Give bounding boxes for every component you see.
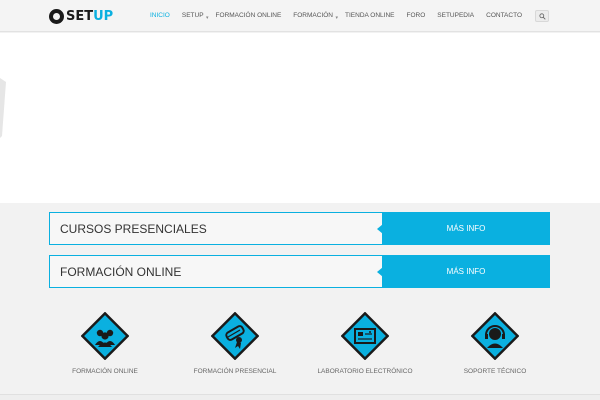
main-nav: INICIO SETUP ▾ FORMACIÓN ONLINE FORMACIÓN… [150, 12, 534, 21]
slider-edge-shape [0, 78, 6, 138]
diploma-icon [211, 312, 259, 360]
chevron-down-icon: ▾ [335, 15, 339, 21]
chevron-down-icon: ▾ [206, 15, 209, 21]
nav-item-setupedia[interactable]: SETUPEDIA [437, 12, 474, 19]
logo-text: SETUP [66, 8, 114, 24]
search-button[interactable] [535, 10, 549, 22]
site-header: SETUP INICIO SETUP ▾ FORMACIÓN ONLINE FOR… [0, 0, 600, 32]
feature-laboratorio-electronico[interactable]: LABORATORIO ELECTRÓNICO [300, 312, 430, 375]
nav-item-tienda-online[interactable]: TIENDA ONLINE [345, 12, 394, 19]
circuit-board-icon [341, 312, 389, 360]
band-formacion-online: FORMACIÓN ONLINE MÁS INFO [49, 255, 550, 288]
nav-item-contacto[interactable]: CONTACTO [486, 12, 522, 19]
band-title: FORMACIÓN ONLINE [49, 255, 383, 288]
users-icon [81, 312, 129, 360]
footer-divider [0, 394, 600, 400]
nav-item-formacion[interactable]: FORMACIÓN ▾ [293, 12, 338, 21]
hero-banner [0, 33, 600, 203]
mas-info-button[interactable]: MÁS INFO [382, 212, 550, 245]
logo-icon [49, 8, 64, 24]
nav-item-inicio[interactable]: INICIO [150, 12, 170, 19]
feature-label: LABORATORIO ELECTRÓNICO [317, 368, 413, 375]
feature-soporte-tecnico[interactable]: SOPORTE TÉCNICO [430, 312, 560, 375]
headset-icon [471, 312, 519, 360]
nav-item-foro[interactable]: FORO [407, 12, 426, 19]
band-title: CURSOS PRESENCIALES [49, 212, 383, 245]
nav-item-formacion-online[interactable]: FORMACIÓN ONLINE [216, 12, 282, 19]
feature-label: FORMACIÓN ONLINE [72, 368, 138, 375]
mas-info-button[interactable]: MÁS INFO [382, 255, 550, 288]
feature-formacion-presencial[interactable]: FORMACIÓN PRESENCIAL [170, 312, 300, 375]
feature-label: SOPORTE TÉCNICO [463, 368, 527, 375]
nav-item-setup[interactable]: SETUP ▾ [182, 12, 209, 21]
search-icon [538, 12, 546, 20]
feature-formacion-online[interactable]: FORMACIÓN ONLINE [40, 312, 170, 375]
logo[interactable]: SETUP [49, 8, 113, 24]
features-row: FORMACIÓN ONLINE FORMACIÓN PRESENCIAL LA… [0, 312, 600, 382]
feature-label: FORMACIÓN PRESENCIAL [193, 368, 277, 375]
band-cursos-presenciales: CURSOS PRESENCIALES MÁS INFO [49, 212, 550, 245]
